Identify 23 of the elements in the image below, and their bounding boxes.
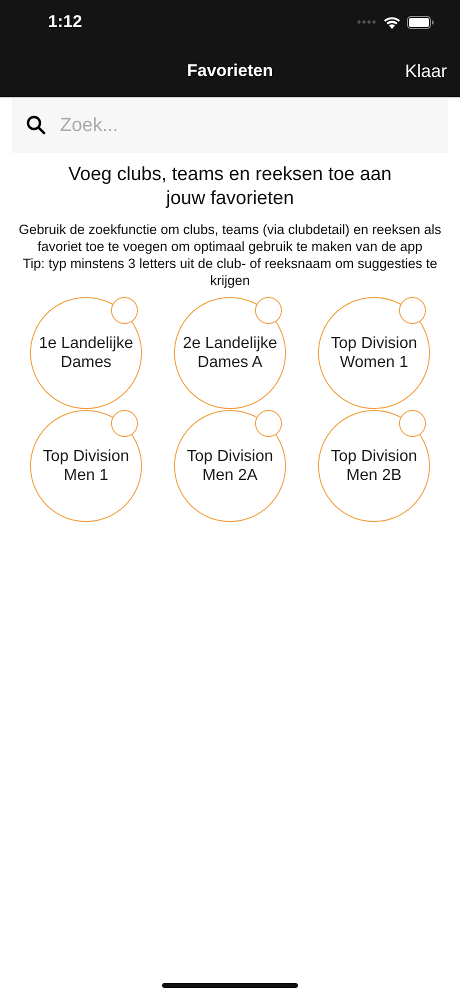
heading: Voeg clubs, teams en reeksen toe aan jouw favorieten: [67, 163, 393, 211]
battery-icon: [407, 16, 434, 28]
small-circle-icon: [399, 297, 426, 324]
nav-title: Favorieten: [187, 60, 273, 80]
instructions-text: Gebruik de zoekfunctie om clubs, teams (via clubdetail) en reeksen als favoriet toe te voegen om optimaal gebruik te maken van de app: [18, 221, 442, 255]
done-button[interactable]: Klaar: [404, 57, 447, 86]
suggestion-bubble[interactable]: Top Division Men 2A: [174, 410, 286, 522]
wifi-icon: [383, 16, 401, 28]
small-circle-icon: [399, 410, 426, 437]
suggestion-bubble[interactable]: 2e Landelijke Dames A: [174, 297, 286, 409]
search-field[interactable]: Zoek...: [12, 98, 448, 153]
small-circle-icon: [255, 297, 282, 324]
small-circle-icon: [111, 297, 138, 324]
suggestion-bubble[interactable]: Top Division Women 1: [318, 297, 430, 409]
suggestion-bubble[interactable]: Top Division Men 1: [30, 410, 142, 522]
suggestion-bubble[interactable]: Top Division Men 2B: [318, 410, 430, 522]
signal-icon: [357, 20, 377, 24]
search-icon: [26, 115, 46, 135]
tip-text: Tip: typ minstens 3 letters uit de club- of reeksnaam om suggesties te krijgen: [22, 255, 438, 289]
status-time: 1:12: [48, 12, 82, 32]
small-circle-icon: [111, 410, 138, 437]
suggestion-bubble[interactable]: 1e Landelijke Dames: [30, 297, 142, 409]
small-circle-icon: [255, 410, 282, 437]
